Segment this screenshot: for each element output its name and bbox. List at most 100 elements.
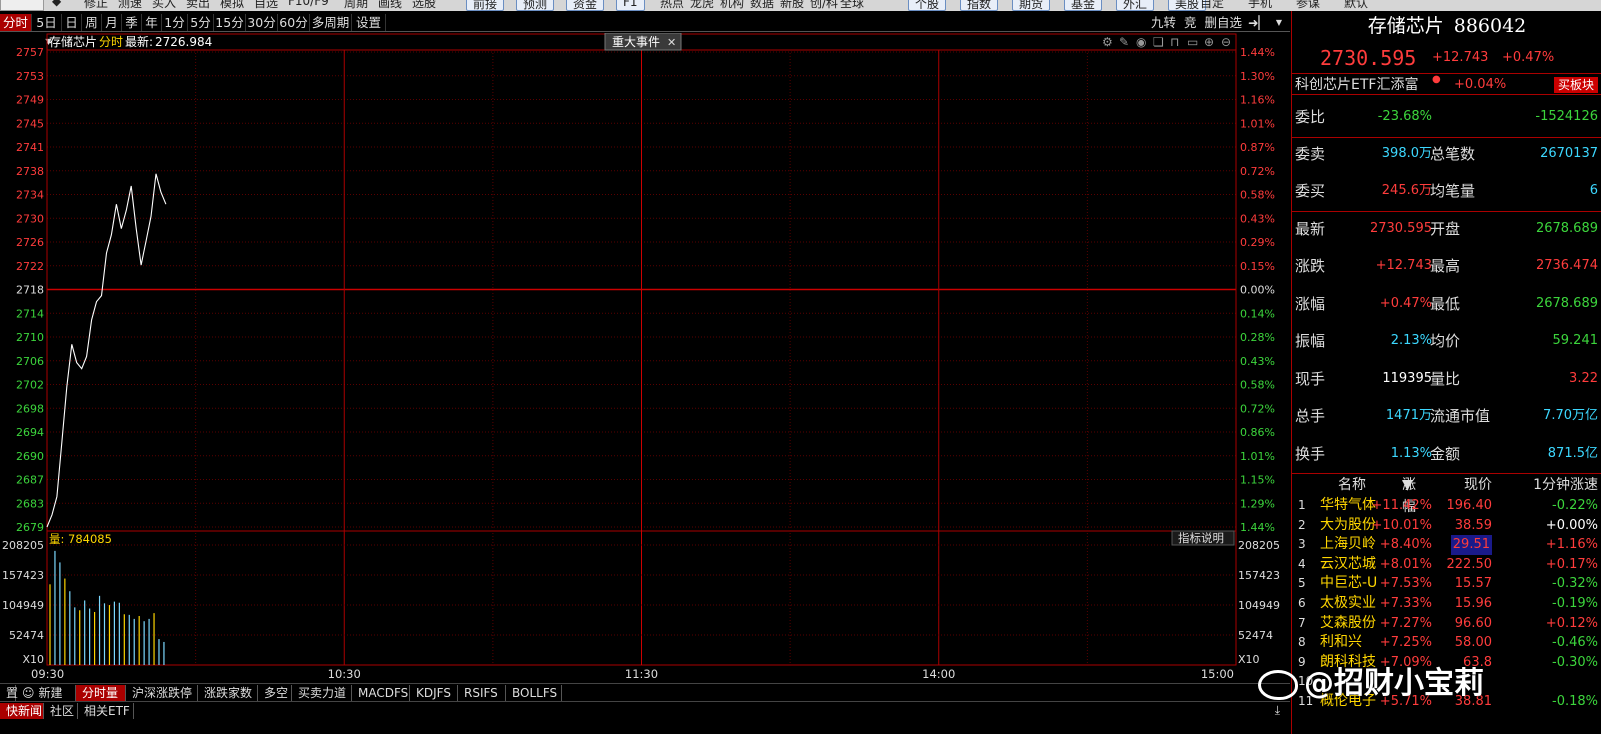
toolbar-item[interactable]: 修正 (84, 0, 108, 11)
home-diamond-icon[interactable]: ◆ (52, 0, 74, 11)
rank-stock-name[interactable]: 太极实业 (1320, 594, 1376, 614)
indicator-help-label[interactable]: 指标说明 (1178, 531, 1224, 545)
indicator-tab[interactable]: 多空 (258, 685, 292, 701)
toolbar-mid-item[interactable]: 机构 (720, 0, 744, 11)
indicator-tab[interactable]: 沪深涨跌停 (126, 685, 198, 701)
indicator-tab[interactable]: 涨跌家数 (198, 685, 258, 701)
close-icon[interactable]: ✕ (667, 36, 676, 49)
rank-row[interactable]: 6 太极实业 +7.33% 15.96 -0.19% (1292, 594, 1601, 614)
toolbar-item[interactable]: 买入 (152, 0, 176, 11)
period-tab[interactable]: 分时 (0, 14, 32, 31)
layers-icon[interactable]: ❏ (1153, 35, 1164, 49)
event-tab-label[interactable]: 重大事件 (612, 35, 660, 49)
rank-col-name[interactable]: 名称 (1338, 474, 1366, 496)
gear-icon[interactable]: ⚙ (1102, 35, 1113, 49)
toolbar-mid-item[interactable]: 新股 (780, 0, 804, 11)
toolbar-item[interactable]: F10/F9 (288, 0, 329, 11)
rank-stock-name[interactable]: 华特气体 (1320, 496, 1376, 516)
period-tab[interactable]: 年 (142, 14, 162, 31)
toolbar-item[interactable]: 选股 (412, 0, 436, 11)
indicator-tab[interactable]: 分时量 (76, 685, 126, 701)
toolbar-item[interactable]: 自选 (254, 0, 278, 11)
chevron-down-icon[interactable]: ▼ (1272, 14, 1286, 31)
toolbar-item[interactable]: 模拟 (220, 0, 244, 11)
toolbar-market-item[interactable]: 期货 (1012, 0, 1051, 11)
rank-row[interactable]: 4 云汉芯城 +8.01% 222.50 +0.17% (1292, 555, 1601, 575)
toolbar-item[interactable]: 测速 (118, 0, 142, 11)
tag-icon[interactable]: ▭ (1187, 35, 1198, 49)
period-tab[interactable]: 30分 (246, 14, 278, 31)
indicator-tab[interactable]: ☺ 新建 (16, 685, 76, 701)
toolbar-market-item[interactable]: 个股 (908, 0, 947, 11)
toolbar-market-item[interactable]: 外汇 (1116, 0, 1155, 11)
toolbar-mid-item[interactable]: 数据 (750, 0, 774, 11)
toolbar-boxed-item[interactable]: 资金 (566, 0, 605, 11)
rank-stock-name[interactable]: 利和兴 (1320, 633, 1362, 653)
rank-row[interactable]: 2 大为股份 +10.01% 38.59 +0.00% (1292, 516, 1601, 536)
bottom-tab[interactable]: 相关ETF (78, 703, 134, 719)
toolbar-mid-item[interactable]: 热点 (660, 0, 684, 11)
rank-stock-name[interactable]: 艾森股份 (1320, 614, 1376, 634)
bottom-tab[interactable]: 社区 (44, 703, 78, 719)
indicator-tab[interactable]: 买卖力道 (292, 685, 352, 701)
indicator-tab[interactable]: BOLLFS (506, 685, 562, 701)
toolbar-right-item[interactable]: 参谋 (1296, 0, 1320, 11)
rank-row[interactable]: 8 利和兴 +7.25% 58.00 -0.46% (1292, 633, 1601, 653)
rank-row[interactable]: 1 华特气体 +11.42% 196.40 -0.22% (1292, 496, 1601, 516)
rank-col-speed[interactable]: 1分钟涨速 (1533, 474, 1598, 496)
period-tab[interactable]: 60分 (278, 14, 310, 31)
rank-col-price[interactable]: 现价 (1464, 474, 1492, 496)
indicator-tab[interactable]: MACDFS (352, 685, 410, 701)
rank-stock-name[interactable]: 云汉芯城 (1320, 555, 1376, 575)
toolbar-mid-item[interactable]: 龙虎 (690, 0, 714, 11)
rank-row[interactable]: 3 上海贝岭 +8.40% 29.51 +1.16% (1292, 535, 1601, 555)
period-right-tool[interactable]: 删自选 (1204, 15, 1242, 30)
toolbar-boxed-item[interactable]: F1 (616, 0, 645, 11)
period-right-tool[interactable]: 竞 (1184, 15, 1197, 30)
buy-sector-button[interactable]: 买板块 (1553, 77, 1598, 93)
toolbar-item[interactable]: 卖出 (186, 0, 210, 11)
toolbar-right-item[interactable]: 手机 (1248, 0, 1272, 11)
toolbar-item[interactable]: 画线 (378, 0, 402, 11)
period-tab[interactable]: 月 (102, 14, 122, 31)
period-tab[interactable]: 多周期 (310, 14, 352, 31)
eye-icon[interactable]: ◉ (1136, 35, 1146, 49)
intraday-chart[interactable]: 2757 1.44% 2753 1.30% 2749 1.16% 2745 1.01% 2741… (0, 32, 1290, 683)
zoom-out-icon[interactable]: ⊖ (1221, 35, 1231, 49)
rank-row[interactable]: 5 中巨芯-U +7.53% 15.57 -0.32% (1292, 574, 1601, 594)
rank-stock-name[interactable]: 上海贝岭 (1320, 535, 1376, 555)
period-tab[interactable]: 日 (62, 14, 82, 31)
period-tab[interactable]: 1分 (162, 14, 188, 31)
zoom-in-icon[interactable]: ⊕ (1204, 35, 1214, 49)
bottom-tab[interactable]: 快新闻 (0, 703, 44, 719)
toolbar-right-item[interactable]: 默认 (1344, 0, 1368, 11)
toolbar-mid-item[interactable]: 创/科 (810, 0, 838, 11)
toolbar-item[interactable]: 周期 (344, 0, 368, 11)
toolbar-boxed-item[interactable]: 前接 (466, 0, 505, 11)
period-tab[interactable]: 周 (82, 14, 102, 31)
toolbar-boxed-item[interactable]: 预测 (516, 0, 555, 11)
indicator-tab[interactable]: 置 (0, 685, 18, 701)
export-arrow-icon[interactable]: ➜▏ (1248, 14, 1268, 31)
toolbar-mid-item[interactable]: 全球 (840, 0, 864, 11)
toolbar-fold-button[interactable] (0, 0, 44, 11)
period-tab[interactable]: 15分 (214, 14, 246, 31)
period-tab[interactable]: 5日 (32, 14, 62, 31)
rank-row[interactable]: 7 艾森股份 +7.27% 96.60 +0.12% (1292, 614, 1601, 634)
toolbar-market-item[interactable]: 指数 (960, 0, 999, 11)
period-tab[interactable]: 设置 (352, 14, 386, 31)
toolbar-right-item[interactable]: 自定 (1200, 0, 1224, 11)
related-etf-row[interactable]: 科创芯片ETF汇添富 ● +0.04% 买板块 (1292, 73, 1601, 95)
rank-stock-name[interactable]: 中巨芯-U (1320, 574, 1377, 594)
period-tab[interactable]: 季 (122, 14, 142, 31)
period-tab[interactable]: 5分 (188, 14, 214, 31)
toolbar-market-item[interactable]: 基金 (1064, 0, 1103, 11)
rank-stock-name[interactable]: 大为股份 (1320, 516, 1376, 536)
pen-icon[interactable]: ✎ (1119, 35, 1129, 49)
period-right-tool[interactable]: 九转 (1151, 15, 1176, 30)
rank-col-pct[interactable]: 涨幅 ▼ (1402, 474, 1416, 515)
lock-icon[interactable]: ⊓ (1170, 35, 1179, 49)
indicator-tab[interactable]: KDJFS (410, 685, 458, 701)
indicator-tab[interactable]: RSIFS (458, 685, 506, 701)
etf-name[interactable]: 科创芯片ETF汇添富 (1295, 74, 1418, 96)
